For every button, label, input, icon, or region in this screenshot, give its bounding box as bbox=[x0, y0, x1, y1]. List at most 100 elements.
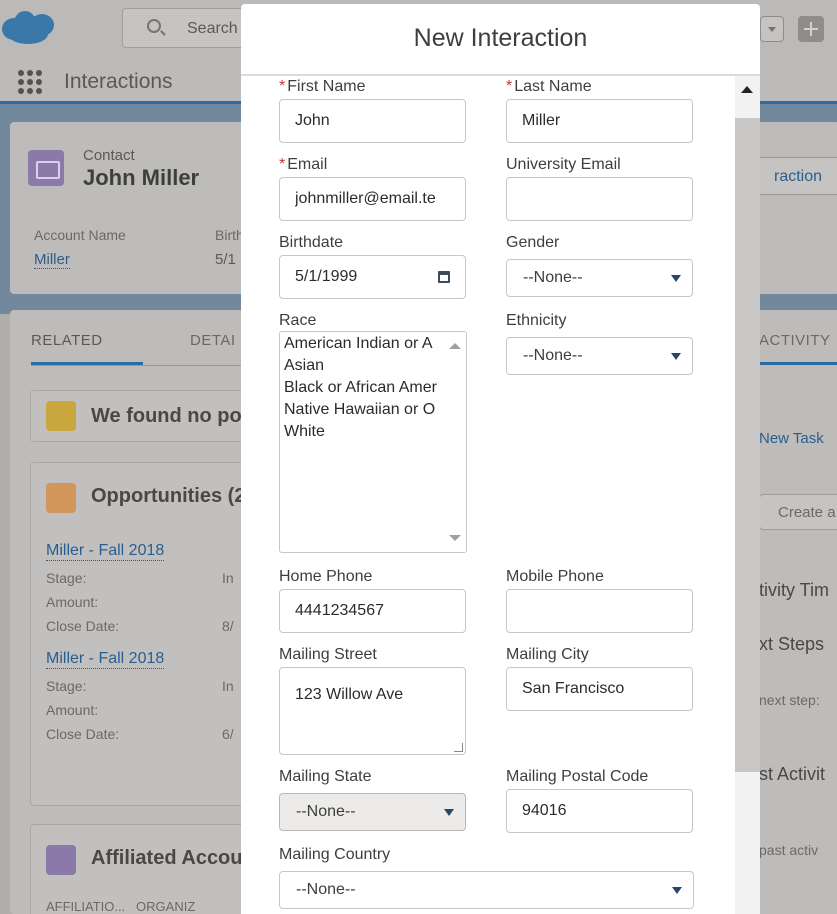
birthdate-label: Birthdate bbox=[279, 234, 344, 251]
app-name: Interactions bbox=[64, 70, 173, 93]
record-name: John Miller bbox=[83, 165, 200, 190]
close-date-label: Close Date: bbox=[46, 726, 120, 742]
past-activity-title: st Activit bbox=[759, 764, 826, 784]
opportunity-link[interactable]: Miller - Fall 2018 bbox=[46, 542, 165, 561]
activity-timeline-title: tivity Tim bbox=[759, 580, 829, 600]
mailing-country-label: Mailing Country bbox=[279, 846, 391, 863]
mailing-postal-code-value: 94016 bbox=[522, 802, 567, 819]
email-field[interactable]: johnmiller@email.te bbox=[279, 177, 466, 221]
university-email-label: University Email bbox=[506, 156, 621, 173]
birthdate-value: 5/1 bbox=[215, 251, 236, 268]
scrollbar-thumb[interactable] bbox=[735, 118, 760, 772]
birthdate-label: Birth bbox=[215, 227, 244, 243]
opportunity-icon bbox=[46, 483, 76, 513]
amount-label: Amount: bbox=[46, 702, 99, 718]
first-name-value: John bbox=[295, 112, 330, 129]
mailing-state-value: --None-- bbox=[296, 803, 356, 820]
chevron-down-icon bbox=[671, 275, 681, 282]
opportunity-link[interactable]: Miller - Fall 2018 bbox=[46, 650, 165, 669]
mailing-street-value: 123 Willow Ave bbox=[295, 686, 404, 703]
close-date-label: Close Date: bbox=[46, 618, 120, 634]
duplicate-icon bbox=[46, 401, 76, 431]
stage-label: Stage: bbox=[46, 570, 87, 586]
tab-activity[interactable]: ACTIVITY bbox=[759, 332, 831, 349]
new-interaction-modal: New Interaction * First Name John * Last N… bbox=[241, 4, 760, 914]
resize-handle-icon[interactable] bbox=[454, 743, 463, 752]
scroll-up-icon[interactable] bbox=[741, 86, 753, 93]
mobile-phone-field[interactable] bbox=[506, 589, 693, 633]
search-icon bbox=[147, 19, 161, 33]
search-placeholder: Search bbox=[187, 20, 238, 37]
stage-value: In bbox=[222, 570, 234, 586]
mobile-phone-label: Mobile Phone bbox=[506, 568, 604, 585]
active-tab-indicator bbox=[759, 362, 837, 365]
birthdate-field[interactable]: 5/1/1999 bbox=[279, 255, 466, 299]
modal-header: New Interaction bbox=[241, 4, 760, 76]
amount-label: Amount: bbox=[46, 594, 99, 610]
new-task-tab[interactable]: New Task bbox=[759, 430, 824, 447]
calendar-icon[interactable] bbox=[438, 271, 450, 283]
scroll-down-icon[interactable] bbox=[449, 535, 461, 541]
global-actions-add-icon[interactable] bbox=[798, 16, 824, 42]
create-task-input[interactable]: Create a bbox=[759, 494, 837, 530]
home-phone-field[interactable]: 4441234567 bbox=[279, 589, 466, 633]
race-option[interactable]: Asian bbox=[284, 357, 440, 375]
last-name-label: * Last Name bbox=[506, 78, 592, 96]
contact-icon bbox=[28, 150, 64, 186]
mailing-state-select[interactable]: --None-- bbox=[279, 793, 466, 831]
last-name-value: Miller bbox=[522, 112, 561, 129]
race-multiselect[interactable]: American Indian or A Asian Black or Afri… bbox=[279, 331, 467, 553]
required-mark: * bbox=[279, 156, 286, 173]
affiliated-card-title: Affiliated Accou bbox=[91, 847, 243, 869]
chevron-down-icon bbox=[672, 887, 682, 894]
mailing-postal-code-field[interactable]: 94016 bbox=[506, 789, 693, 833]
new-interaction-button[interactable]: raction bbox=[755, 157, 837, 195]
tab-related[interactable]: RELATED bbox=[31, 332, 103, 349]
create-task-placeholder: Create a bbox=[778, 504, 836, 521]
app-launcher-icon[interactable] bbox=[18, 70, 42, 94]
gender-label: Gender bbox=[506, 234, 560, 251]
last-name-field[interactable]: Miller bbox=[506, 99, 693, 143]
scroll-up-icon[interactable] bbox=[449, 343, 461, 349]
required-mark: * bbox=[279, 78, 286, 95]
mailing-state-label: Mailing State bbox=[279, 768, 372, 785]
email-label-text: Email bbox=[287, 156, 328, 173]
favorites-dropdown-button[interactable] bbox=[760, 16, 784, 42]
chevron-down-icon bbox=[444, 809, 454, 816]
home-phone-value: 4441234567 bbox=[295, 602, 384, 619]
home-phone-label: Home Phone bbox=[279, 568, 373, 585]
first-name-label: * First Name bbox=[279, 78, 365, 96]
tab-details[interactable]: DETAI bbox=[190, 332, 236, 349]
race-option[interactable]: American Indian or A bbox=[284, 335, 440, 353]
race-option[interactable]: Native Hawaiian or O bbox=[284, 401, 440, 419]
modal-title: New Interaction bbox=[413, 24, 588, 52]
first-name-field[interactable]: John bbox=[279, 99, 466, 143]
race-label: Race bbox=[279, 312, 317, 329]
salesforce-logo-icon[interactable] bbox=[0, 8, 58, 48]
ethnicity-select[interactable]: --None-- bbox=[506, 337, 693, 375]
mailing-city-field[interactable]: San Francisco bbox=[506, 667, 693, 711]
chevron-down-icon bbox=[671, 353, 681, 360]
race-option[interactable]: Black or African Amer bbox=[284, 379, 440, 397]
race-scrollbar[interactable] bbox=[442, 332, 466, 552]
mailing-country-select[interactable]: --None-- bbox=[279, 871, 694, 909]
duplicate-check-card: We found no po bbox=[30, 390, 260, 442]
first-name-label-text: First Name bbox=[287, 78, 366, 95]
affiliated-accounts-card: Affiliated Accou AFFILIATIO... ORGANIZ bbox=[30, 824, 260, 914]
mailing-street-field[interactable]: 123 Willow Ave bbox=[279, 667, 466, 755]
related-panel: RELATED DETAI We found no po Opportuniti… bbox=[10, 310, 272, 914]
opportunities-card-title: Opportunities (2 bbox=[91, 485, 246, 507]
mailing-country-value: --None-- bbox=[296, 881, 356, 898]
race-option[interactable]: White bbox=[284, 423, 440, 441]
account-name-link[interactable]: Miller bbox=[34, 251, 70, 269]
new-interaction-button-label: raction bbox=[774, 168, 823, 185]
stage-label: Stage: bbox=[46, 678, 87, 694]
no-next-steps-text: next step: bbox=[759, 692, 820, 708]
gender-select[interactable]: --None-- bbox=[506, 259, 693, 297]
modal-scrollbar[interactable] bbox=[735, 76, 760, 914]
affiliations-columns: AFFILIATIO... ORGANIZ bbox=[46, 899, 196, 914]
university-email-field[interactable] bbox=[506, 177, 693, 221]
mailing-city-label: Mailing City bbox=[506, 646, 589, 663]
mailing-city-value: San Francisco bbox=[522, 680, 625, 697]
close-date-value: 6/ bbox=[222, 726, 234, 742]
